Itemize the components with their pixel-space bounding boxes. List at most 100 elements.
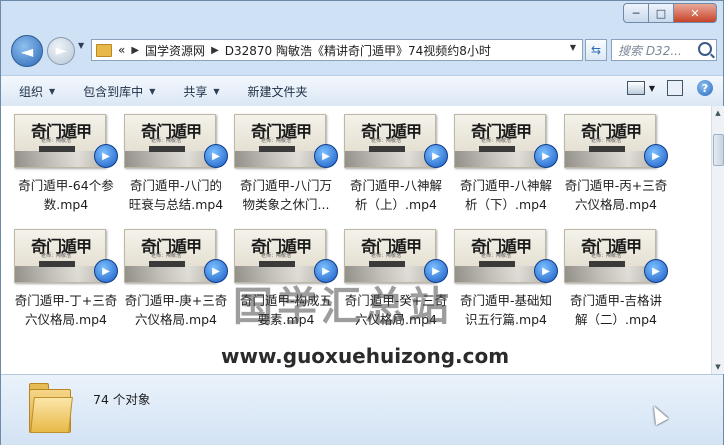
thumbnail-image: 奇门遁甲 老师：陶敏浩: [124, 114, 216, 168]
item-count: 74 个对象: [93, 392, 151, 407]
media-player-icon: ▶: [204, 259, 228, 283]
thumbnail-image: 奇门遁甲 老师：陶敏浩: [564, 229, 656, 283]
thumbnail-subtitle: 老师：陶敏浩: [481, 138, 512, 144]
address-dropdown-icon[interactable]: ▼: [570, 43, 576, 52]
video-thumbnail[interactable]: 奇门遁甲 老师：陶敏浩 ▶: [124, 229, 228, 287]
file-name: 奇门遁甲-丙+三奇六仪格局.mp4: [564, 178, 668, 212]
breadcrumb-separator-icon[interactable]: ▶: [211, 45, 219, 56]
include-library-label: 包含到库中: [83, 84, 144, 99]
video-thumbnail[interactable]: 奇门遁甲 老师：陶敏浩 ▶: [454, 114, 558, 172]
file-item[interactable]: 奇门遁甲 老师：陶敏浩 ▶ 奇门遁甲-庚+三奇六仪格局.mp4: [121, 229, 231, 329]
thumbnail-image: 奇门遁甲 老师：陶敏浩: [234, 114, 326, 168]
file-name: 奇门遁甲-八门的旺衰与总结.mp4: [128, 178, 224, 212]
vertical-scrollbar[interactable]: ▲ ▼: [711, 106, 724, 374]
breadcrumb-overflow[interactable]: «: [118, 43, 125, 57]
chevron-down-icon: ▼: [149, 86, 156, 96]
close-button[interactable]: ✕: [673, 3, 717, 23]
new-folder-button[interactable]: 新建文件夹: [248, 83, 308, 100]
media-player-icon: ▶: [94, 259, 118, 283]
media-player-icon: ▶: [534, 144, 558, 168]
thumbnail-image: 奇门遁甲 老师：陶敏浩: [14, 114, 106, 168]
address-bar[interactable]: « ▶ 国学资源网 ▶ D32870 陶敏浩《精讲奇门遁甲》74视频约8小时 ▼: [91, 39, 583, 61]
forward-button[interactable]: ►: [47, 37, 75, 65]
file-item[interactable]: 奇门遁甲 老师：陶敏浩 ▶ 奇门遁甲-基础知识五行篇.mp4: [451, 229, 561, 329]
folder-icon: [29, 383, 73, 433]
navigation-bar: ◄ ► ▼ « ▶ 国学资源网 ▶ D32870 陶敏浩《精讲奇门遁甲》74视频…: [1, 31, 723, 71]
video-thumbnail[interactable]: 奇门遁甲 老师：陶敏浩 ▶: [344, 114, 448, 172]
chevron-down-icon: ▼: [49, 86, 56, 96]
breadcrumb-separator-icon[interactable]: ▶: [131, 45, 139, 56]
file-name: 奇门遁甲-八神解析（下）.mp4: [459, 178, 552, 212]
share-label: 共享: [183, 84, 208, 99]
media-player-icon: ▶: [424, 144, 448, 168]
mouse-cursor-icon: [647, 402, 669, 426]
search-icon[interactable]: [698, 42, 712, 56]
search-placeholder: 搜索 D32...: [618, 43, 682, 58]
file-item[interactable]: 奇门遁甲 老师：陶敏浩 ▶ 奇门遁甲-八门万物类象之休门...: [231, 114, 341, 214]
refresh-button[interactable]: ⇆: [585, 39, 607, 61]
include-in-library-menu[interactable]: 包含到库中 ▼: [83, 83, 155, 100]
thumbnail-image: 奇门遁甲 老师：陶敏浩: [454, 229, 546, 283]
back-button[interactable]: ◄: [11, 35, 43, 67]
scroll-thumb[interactable]: [713, 134, 724, 166]
details-pane: 74 个对象: [1, 374, 723, 445]
file-name: 奇门遁甲-吉格讲解（二）.mp4: [569, 293, 662, 327]
video-thumbnail[interactable]: 奇门遁甲 老师：陶敏浩 ▶: [454, 229, 558, 287]
file-item[interactable]: 奇门遁甲 老师：陶敏浩 ▶ 奇门遁甲-八门的旺衰与总结.mp4: [121, 114, 231, 214]
thumbnail-subtitle: 老师：陶敏浩: [261, 253, 292, 259]
media-player-icon: ▶: [644, 144, 668, 168]
minimize-button[interactable]: ─: [623, 3, 648, 23]
scroll-down-icon[interactable]: ▼: [712, 360, 724, 374]
search-input[interactable]: 搜索 D32...: [611, 39, 717, 61]
organize-label: 组织: [19, 84, 44, 99]
chevron-down-icon: ▼: [213, 86, 220, 96]
thumbnail-subtitle: 老师：陶敏浩: [151, 138, 182, 144]
explorer-window: ─ □ ✕ ◄ ► ▼ « ▶ 国学资源网 ▶ D32870 陶敏浩《精讲奇门遁…: [0, 0, 724, 445]
caption-buttons: ─ □ ✕: [623, 3, 717, 23]
organize-menu[interactable]: 组织 ▼: [19, 83, 55, 100]
scroll-up-icon[interactable]: ▲: [712, 106, 724, 120]
view-dropdown-icon[interactable]: ▼: [649, 84, 655, 93]
thumbnail-subtitle: 老师：陶敏浩: [591, 138, 622, 144]
file-list[interactable]: 奇门遁甲 老师：陶敏浩 ▶ 奇门遁甲-64个参数.mp4 奇门遁甲 老师：陶敏浩 ▶ 奇门遁甲…: [1, 106, 711, 374]
thumbnail-image: 奇门遁甲 老师：陶敏浩: [344, 114, 436, 168]
recent-pages-dropdown-icon[interactable]: ▼: [78, 41, 84, 50]
toolbar-right-controls: ▼ ?: [626, 80, 713, 96]
watermark-url: www.guoxuehuizong.com: [221, 344, 510, 368]
share-menu[interactable]: 共享 ▼: [183, 83, 219, 100]
video-thumbnail[interactable]: 奇门遁甲 老师：陶敏浩 ▶: [14, 114, 118, 172]
video-thumbnail[interactable]: 奇门遁甲 老师：陶敏浩 ▶: [564, 229, 668, 287]
thumbnail-subtitle: 老师：陶敏浩: [591, 253, 622, 259]
file-name: 奇门遁甲-八门万物类象之休门...: [239, 178, 332, 212]
file-item[interactable]: 奇门遁甲 老师：陶敏浩 ▶ 奇门遁甲-丁+三奇六仪格局.mp4: [11, 229, 121, 329]
breadcrumb-current-folder[interactable]: D32870 陶敏浩《精讲奇门遁甲》74视频约8小时: [225, 42, 491, 59]
thumbnail-image: 奇门遁甲 老师：陶敏浩: [14, 229, 106, 283]
file-item[interactable]: 奇门遁甲 老师：陶敏浩 ▶ 奇门遁甲-丙+三奇六仪格局.mp4: [561, 114, 671, 214]
thumbnail-subtitle: 老师：陶敏浩: [41, 253, 72, 259]
video-thumbnail[interactable]: 奇门遁甲 老师：陶敏浩 ▶: [564, 114, 668, 172]
file-name: 奇门遁甲-64个参数.mp4: [18, 178, 114, 212]
thumbnail-image: 奇门遁甲 老师：陶敏浩: [454, 114, 546, 168]
preview-pane-icon[interactable]: [667, 80, 683, 96]
thumbnail-subtitle: 老师：陶敏浩: [151, 253, 182, 259]
help-icon[interactable]: ?: [697, 80, 713, 96]
video-thumbnail[interactable]: 奇门遁甲 老师：陶敏浩 ▶: [14, 229, 118, 287]
thumbnail-subtitle: 老师：陶敏浩: [371, 253, 402, 259]
media-player-icon: ▶: [94, 144, 118, 168]
thumbnail-image: 奇门遁甲 老师：陶敏浩: [124, 229, 216, 283]
file-item[interactable]: 奇门遁甲 老师：陶敏浩 ▶ 奇门遁甲-八神解析（下）.mp4: [451, 114, 561, 214]
file-name: 奇门遁甲-八神解析（上）.mp4: [349, 178, 442, 212]
change-view-icon[interactable]: [626, 81, 645, 95]
video-thumbnail[interactable]: 奇门遁甲 老师：陶敏浩 ▶: [124, 114, 228, 172]
file-item[interactable]: 奇门遁甲 老师：陶敏浩 ▶ 奇门遁甲-八神解析（上）.mp4: [341, 114, 451, 214]
command-toolbar: 组织 ▼ 包含到库中 ▼ 共享 ▼ 新建文件夹 ▼ ?: [1, 75, 723, 107]
file-item[interactable]: 奇门遁甲 老师：陶敏浩 ▶ 奇门遁甲-吉格讲解（二）.mp4: [561, 229, 671, 329]
thumbnail-subtitle: 老师：陶敏浩: [371, 138, 402, 144]
media-player-icon: ▶: [534, 259, 558, 283]
video-thumbnail[interactable]: 奇门遁甲 老师：陶敏浩 ▶: [234, 114, 338, 172]
folder-icon: [96, 43, 112, 57]
maximize-button[interactable]: □: [648, 3, 673, 23]
watermark-text: 国学汇总站: [233, 284, 453, 330]
breadcrumb-root[interactable]: 国学资源网: [145, 42, 205, 59]
file-item[interactable]: 奇门遁甲 老师：陶敏浩 ▶ 奇门遁甲-64个参数.mp4: [11, 114, 121, 214]
